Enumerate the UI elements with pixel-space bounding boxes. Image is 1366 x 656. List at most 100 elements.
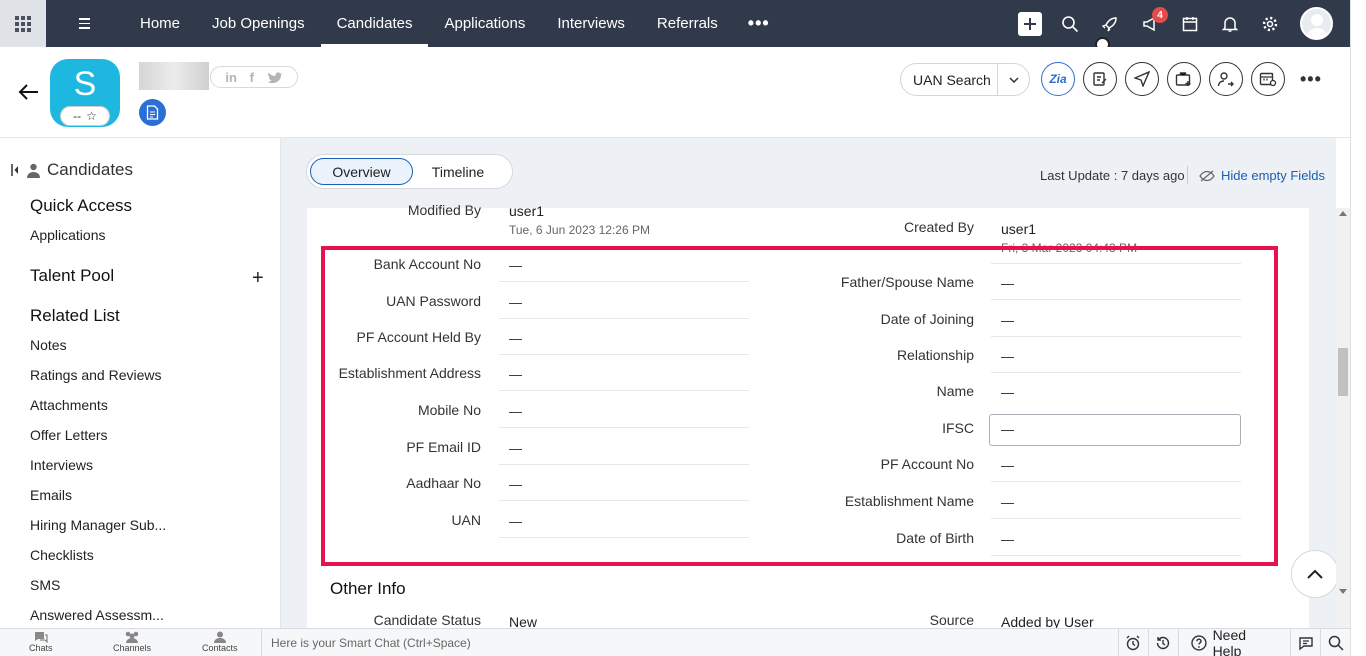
sidebar-item-notes[interactable]: Notes [30,337,67,353]
add-talent-pool-button[interactable]: + [252,267,264,290]
tab-applications[interactable]: Applications [428,0,541,47]
collapse-sidebar-icon[interactable] [11,163,20,177]
nav-tabs: Home Job Openings Candidates Application… [124,0,784,47]
window-edge [1350,0,1366,656]
chevron-down-icon[interactable] [998,76,1029,83]
talent-pool-heading[interactable]: Talent Pool [30,266,114,286]
feedback-button[interactable] [1290,629,1320,656]
social-links: in f [210,66,298,88]
hide-empty-fields-link[interactable]: Hide empty Fields [1199,168,1325,183]
need-help-label[interactable]: Need Help [1213,627,1279,656]
sidebar-item-assessments[interactable]: Answered Assessm... [30,607,164,623]
scrollbar-thumb[interactable] [1338,348,1348,396]
user-arrow-icon [1217,72,1234,87]
zia-button[interactable]: Zia [1041,62,1075,96]
user-avatar[interactable] [1300,7,1333,40]
scroll-to-top-button[interactable] [1291,550,1339,598]
settings-button[interactable] [1250,0,1290,47]
person-icon [27,163,40,178]
plus-icon [1018,11,1042,36]
history-button[interactable] [1147,629,1178,656]
record-actions: Zia [1041,62,1285,96]
back-button[interactable] [18,83,40,106]
search-button[interactable] [1050,0,1090,47]
candidate-status-value[interactable]: New [509,614,537,628]
chats-button[interactable]: Chats [29,631,53,653]
divider [1187,166,1188,184]
create-button[interactable] [1010,0,1050,47]
source-value[interactable]: Added by User [1001,614,1094,628]
sidebar-item-applications[interactable]: Applications [30,227,106,243]
alarm-button[interactable] [1118,629,1148,656]
sidebar-item-hiring-manager[interactable]: Hiring Manager Sub... [30,517,166,533]
scroll-up-arrow[interactable] [1339,211,1347,216]
need-help-button[interactable]: Need Help [1177,627,1291,656]
tab-timeline[interactable]: Timeline [413,158,503,185]
sidebar-item-offer-letters[interactable]: Offer Letters [30,427,108,443]
briefcase-plus-icon [1175,72,1191,86]
contacts-label: Contacts [202,643,238,653]
tab-home[interactable]: Home [124,0,196,47]
created-by-value: user1 [1001,221,1037,237]
hide-empty-label[interactable]: Hide empty Fields [1221,168,1325,183]
sidebar-item-ratings[interactable]: Ratings and Reviews [30,367,162,383]
edit-note-button[interactable] [1083,62,1117,96]
tab-job-openings[interactable]: Job Openings [196,0,321,47]
details-card: Modified By user1 Tue, 6 Jun 2023 12:26 … [307,202,1309,628]
sidebar-item-interviews[interactable]: Interviews [30,457,93,473]
bell-icon [1221,16,1239,32]
tab-interviews[interactable]: Interviews [541,0,641,47]
more-tabs-button[interactable]: ••• [734,0,784,47]
star-icon: ☆ [86,109,97,123]
send-button[interactable] [1125,62,1159,96]
send-icon [1134,71,1150,87]
chat-icon [34,632,48,643]
arrow-left-icon [18,84,38,100]
edit-icon [1093,72,1107,86]
notifications-button[interactable] [1210,0,1250,47]
channels-button[interactable]: Channels [113,631,151,653]
uan-search-label[interactable]: UAN Search [901,63,998,96]
apps-grid-button[interactable] [0,0,46,47]
sidebar-item-checklists[interactable]: Checklists [30,547,94,563]
smart-chat-input[interactable]: Here is your Smart Chat (Ctrl+Space) [271,636,471,650]
announcements-button[interactable]: 4 [1130,0,1170,47]
modified-by-value: user1 [509,203,545,219]
bottom-bar: Chats Channels Contacts Here is your Sma… [0,627,1350,656]
vertical-scrollbar[interactable] [1336,208,1350,628]
linkedin-icon[interactable]: in [225,70,237,85]
contacts-button[interactable]: Contacts [202,631,238,653]
uan-search-dropdown[interactable]: UAN Search [900,63,1030,96]
gear-icon [1262,16,1278,31]
tab-overview[interactable]: Overview [310,158,413,185]
sidebar-item-sms[interactable]: SMS [30,577,60,593]
rating-text: -- [73,109,82,123]
facebook-icon[interactable]: f [250,70,254,85]
sidebar-item-emails[interactable]: Emails [30,487,72,503]
last-update-text: Last Update : 7 days ago [1040,168,1185,183]
schedule-button[interactable] [1251,62,1285,96]
tab-candidates[interactable]: Candidates [320,0,429,47]
twitter-icon[interactable] [267,71,283,84]
tab-referrals[interactable]: Referrals [641,0,734,47]
associate-job-button[interactable] [1167,62,1201,96]
add-contact-button[interactable] [1209,62,1243,96]
sidebar-item-attachments[interactable]: Attachments [30,397,108,413]
menu-icon[interactable] [64,0,104,47]
rating-pill[interactable]: -- ☆ [60,106,110,126]
sidebar: Candidates Quick Access Applications Tal… [0,138,281,628]
channels-label: Channels [113,643,152,653]
bottom-search-button[interactable] [1320,629,1350,656]
top-navigation: Home Job Openings Candidates Application… [0,0,1350,47]
resume-button[interactable] [139,99,166,126]
scroll-down-arrow[interactable] [1339,589,1347,594]
more-actions-button[interactable]: ••• [1300,69,1322,90]
main-content: Overview Timeline Last Update : 7 days a… [281,138,1336,628]
calendar-button[interactable] [1170,0,1210,47]
feedback-icon [1299,637,1313,651]
rocket-icon [1101,16,1117,31]
contact-icon [213,631,226,643]
record-header: S -- ☆ in f UAN Search Zia ••• [0,47,1350,138]
grid-icon [15,15,31,32]
nav-icon-group: 4 [1010,0,1290,47]
